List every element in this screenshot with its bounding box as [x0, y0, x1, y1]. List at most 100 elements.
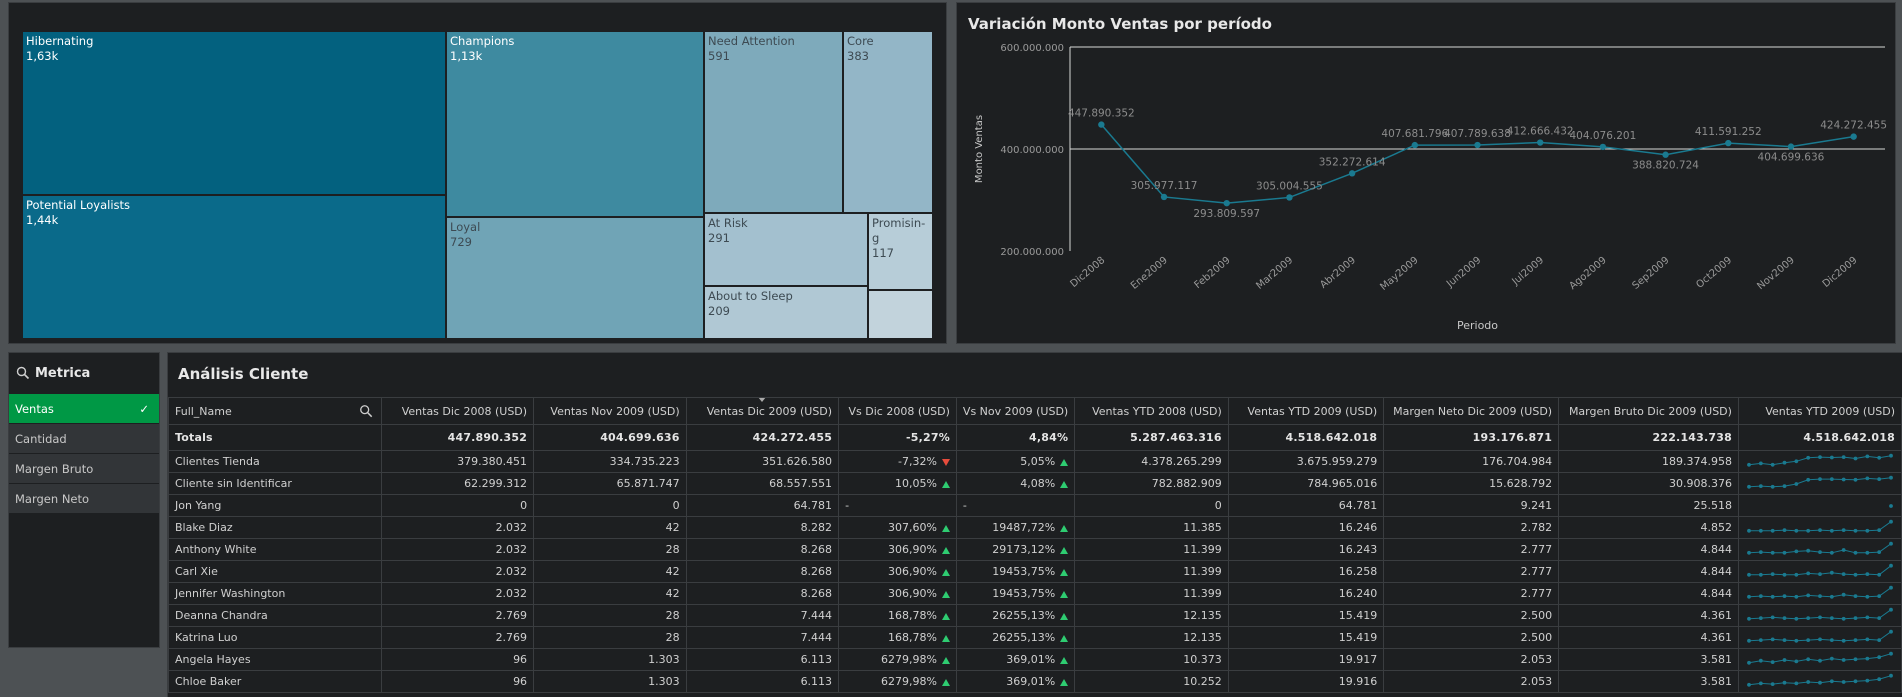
table-cell: 12.135 — [1074, 626, 1229, 649]
column-header[interactable]: Ventas YTD 2009 (USD) — [1737, 397, 1902, 425]
customer-name-cell[interactable]: Jon Yang — [168, 494, 382, 517]
sparkline-point — [1853, 528, 1858, 533]
search-icon[interactable] — [359, 404, 373, 418]
customer-name-cell[interactable]: Clientes Tienda — [168, 450, 382, 473]
cell-value: - — [962, 499, 967, 512]
y-tick-label: 600.000.000 — [1000, 43, 1064, 54]
customer-name-cell[interactable]: Deanna Chandra — [168, 604, 382, 627]
sparkline-point — [1818, 593, 1822, 598]
treemap-cell[interactable]: Loyal 729 — [446, 217, 704, 339]
column-header[interactable]: Margen Bruto Dic 2009 (USD) — [1558, 397, 1739, 425]
table-cell: 4.844 — [1558, 538, 1739, 561]
sparkline-point — [1877, 637, 1882, 642]
cell-value: 19453,75% — [992, 587, 1056, 600]
sparkline-point — [1818, 527, 1822, 532]
metric-filter-header[interactable]: Metrica — [9, 353, 159, 393]
cell-value: 25.518 — [1693, 499, 1732, 512]
table-row[interactable]: Angela Hayes 96 1.303 6.113 6279,98% 369,01% 1… — [168, 648, 1902, 671]
cell-value: 10.373 — [1183, 653, 1222, 666]
cell-value: 5,05% — [1020, 455, 1056, 468]
column-header-sorted[interactable]: Ventas Dic 2009 (USD) — [685, 397, 840, 425]
column-header[interactable]: Ventas YTD 2008 (USD) — [1074, 397, 1229, 425]
table-cell: 2.053 — [1383, 648, 1560, 671]
customer-name-cell[interactable]: Chloe Baker — [168, 670, 382, 693]
sparkline-point — [1877, 593, 1882, 598]
x-tick-label: Feb2009 — [1193, 255, 1233, 291]
sparkline-point — [1829, 637, 1834, 642]
sales-line-chart[interactable]: 200.000.000 400.000.000 600.000.000 447.890… — [957, 3, 1895, 343]
treemap-panel: Hibernating 1,63k Potential Loyalists 1,44k… — [8, 2, 947, 344]
treemap-cell[interactable]: Hibernating 1,63k — [22, 31, 446, 195]
sparkline-point — [1806, 637, 1811, 642]
table-row[interactable]: Cliente sin Identificar 62.299.312 65.871.… — [168, 472, 1902, 495]
metric-option-ventas[interactable]: Ventas ✓ — [9, 393, 159, 423]
column-header[interactable]: Vs Dic 2008 (USD) — [838, 397, 957, 425]
table-row[interactable]: Katrina Luo 2.769 28 7.444 168,78% 26255,13% 1… — [168, 626, 1902, 649]
customer-name-cell[interactable]: Cliente sin Identificar — [168, 472, 382, 495]
customer-name-cell[interactable]: Katrina Luo — [168, 626, 382, 649]
treemap-cell[interactable] — [868, 290, 933, 339]
column-header[interactable]: Vs Nov 2009 (USD) — [955, 397, 1076, 425]
table-row[interactable]: Deanna Chandra 2.769 28 7.444 168,78% 26255,1… — [168, 604, 1902, 627]
column-header[interactable]: Margen Neto Dic 2009 (USD) — [1383, 397, 1560, 425]
table-row[interactable]: Blake Diaz 2.032 42 8.282 307,60% 19487,72% 11… — [168, 516, 1902, 539]
treemap-cell[interactable]: Champions 1,13k — [446, 31, 704, 217]
sparkline-point — [1806, 656, 1811, 661]
table-row[interactable]: Jon Yang 0 0 64.781- -0 64.781 9.241 25.518 — [168, 494, 1902, 517]
treemap-cell[interactable]: Need Attention 591 — [704, 31, 843, 213]
table-row[interactable]: Clientes Tienda 379.380.451 334.735.223 351… — [168, 450, 1902, 473]
table-cell: 369,01% — [955, 670, 1076, 693]
table-row[interactable]: Jennifer Washington 2.032 42 8.268 306,90% 19… — [168, 582, 1902, 605]
sparkline-point — [1782, 572, 1787, 577]
line-chart-panel: 200.000.000 400.000.000 600.000.000 447.890… — [956, 2, 1896, 344]
table-row[interactable]: Chloe Baker 96 1.303 6.113 6279,98% 369,01% 10… — [168, 670, 1902, 693]
sparkline-point — [1806, 571, 1811, 575]
totals-cell: 5.287.463.316 — [1074, 424, 1229, 451]
cell-value: 96 — [513, 675, 528, 688]
customer-name-cell[interactable]: Blake Diaz — [168, 516, 382, 539]
table-cell: 2.032 — [380, 582, 535, 605]
cell-value: -7,32% — [898, 455, 937, 468]
sparkline-cell — [1737, 516, 1902, 539]
metric-option-margen-neto[interactable]: Margen Neto — [9, 483, 159, 513]
customer-name-cell[interactable]: Carl Xie — [168, 560, 382, 583]
treemap-cell[interactable]: Potential Loyalists 1,44k — [22, 195, 446, 339]
sparkline-point — [1829, 678, 1834, 683]
treemap-cell[interactable]: At Risk 291 — [704, 213, 868, 286]
cell-value: 168,78% — [887, 631, 937, 644]
data-point — [1286, 194, 1293, 201]
metric-option-cantidad[interactable]: Cantidad — [9, 423, 159, 453]
sparkline-point — [1889, 541, 1893, 546]
trend-up-icon — [1060, 480, 1069, 488]
sparkline-point — [1841, 657, 1846, 662]
sparkline-point — [1853, 637, 1858, 642]
sparkline-point — [1853, 550, 1858, 555]
sparkline-point — [1889, 673, 1893, 678]
table-row[interactable]: Carl Xie 2.032 42 8.268 306,90% 19453,75% 11.3… — [168, 560, 1902, 583]
column-header[interactable]: Ventas YTD 2009 (USD) — [1227, 397, 1385, 425]
treemap-cell[interactable]: Core 383 — [843, 31, 933, 213]
metric-option-margen-bruto[interactable]: Margen Bruto — [9, 453, 159, 483]
cell-value: 4.361 — [1700, 631, 1732, 644]
table-row[interactable]: Anthony White 2.032 28 8.268 306,90% 29173,12… — [168, 538, 1902, 561]
sparkline-point — [1889, 503, 1893, 508]
column-header-full-name[interactable]: Full_Name — [168, 397, 382, 425]
sparkline-point — [1865, 528, 1870, 533]
table-cell: 2.032 — [380, 538, 535, 561]
totals-label: Totals — [168, 424, 382, 451]
data-label: 305.977.117 — [1131, 180, 1198, 192]
trend-up-icon — [941, 546, 950, 554]
trend-up-icon — [941, 612, 950, 620]
cell-value: 3.581 — [1700, 675, 1732, 688]
table-cell: 11.399 — [1074, 538, 1229, 561]
customer-name-cell[interactable]: Angela Hayes — [168, 648, 382, 671]
table-cell: 6.113 — [685, 670, 840, 693]
customer-name-cell[interactable]: Jennifer Washington — [168, 582, 382, 605]
customer-name-cell[interactable]: Anthony White — [168, 538, 382, 561]
column-header[interactable]: Ventas Dic 2008 (USD) — [380, 397, 535, 425]
column-header[interactable]: Ventas Nov 2009 (USD) — [533, 397, 687, 425]
cell-value: 369,01% — [1006, 675, 1056, 688]
treemap-cell[interactable]: Promisin-g 117 — [868, 213, 933, 290]
treemap-cell[interactable]: About to Sleep 209 — [704, 286, 868, 339]
x-tick-label: Jun2009 — [1444, 255, 1483, 290]
